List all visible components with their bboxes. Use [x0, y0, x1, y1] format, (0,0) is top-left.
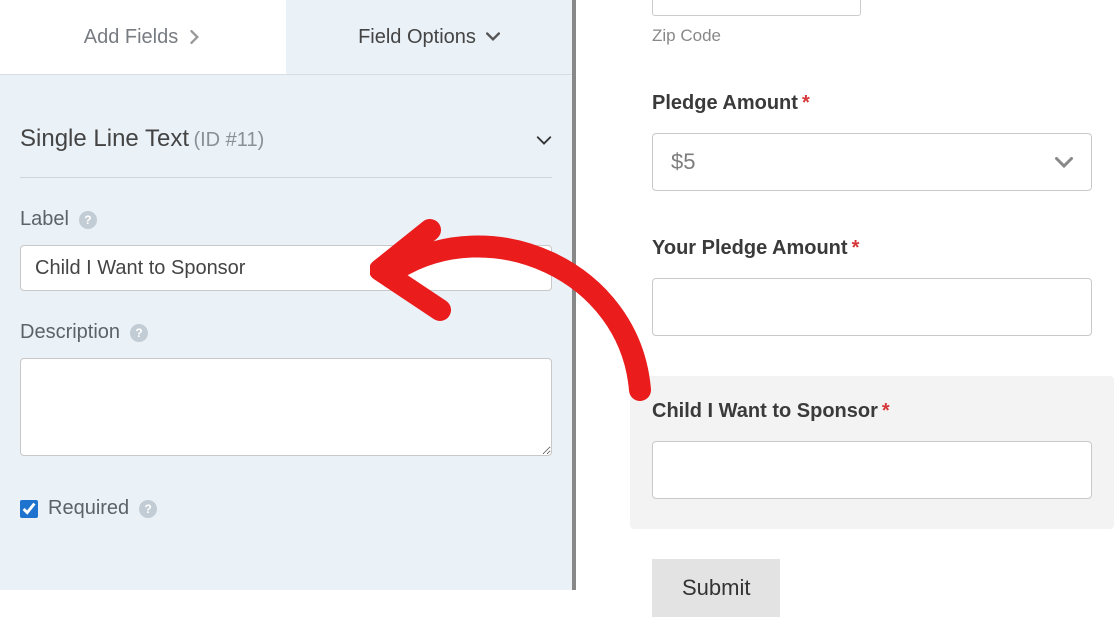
chevron-down-icon [536, 133, 552, 151]
tab-label: Field Options [358, 26, 476, 49]
field-header[interactable]: Single Line Text (ID #11) [20, 125, 552, 178]
required-star-icon: * [802, 92, 810, 114]
description-caption: Description [20, 321, 120, 344]
help-icon[interactable]: ? [130, 324, 148, 342]
zip-sublabel: Zip Code [652, 26, 1092, 46]
submit-button[interactable]: Submit [652, 559, 780, 617]
chevron-right-icon [188, 30, 202, 44]
selected-field-highlight[interactable]: Child I Want to Sponsor* [630, 376, 1114, 529]
pledge-label: Pledge Amount [652, 92, 798, 114]
chevron-down-icon [486, 30, 500, 44]
help-icon[interactable]: ? [79, 211, 97, 229]
zip-input-partial[interactable] [652, 0, 861, 16]
required-star-icon: * [852, 237, 860, 259]
your-pledge-label: Your Pledge Amount [652, 237, 848, 259]
required-star-icon: * [882, 400, 890, 422]
label-caption: Label [20, 208, 69, 231]
required-label: Required [48, 497, 129, 520]
field-label-input[interactable] [20, 245, 552, 291]
chevron-down-icon [1055, 149, 1073, 175]
field-id-label: (ID #11) [193, 129, 264, 151]
tab-label: Add Fields [84, 26, 179, 49]
required-checkbox[interactable] [20, 500, 38, 518]
field-description-input[interactable] [20, 358, 552, 456]
sponsor-input[interactable] [652, 441, 1092, 499]
pledge-amount-select[interactable]: $5 [652, 133, 1092, 191]
panel-tabs: Add Fields Field Options [0, 0, 572, 75]
your-pledge-input[interactable] [652, 278, 1092, 336]
sponsor-label: Child I Want to Sponsor [652, 400, 878, 422]
form-preview: Zip Code Pledge Amount* $5 Your Pledge A… [576, 0, 1116, 590]
field-type-title: Single Line Text [20, 125, 189, 152]
help-icon[interactable]: ? [139, 500, 157, 518]
pledge-select-value: $5 [671, 149, 695, 175]
tab-field-options[interactable]: Field Options [286, 0, 572, 74]
tab-add-fields[interactable]: Add Fields [0, 0, 286, 74]
